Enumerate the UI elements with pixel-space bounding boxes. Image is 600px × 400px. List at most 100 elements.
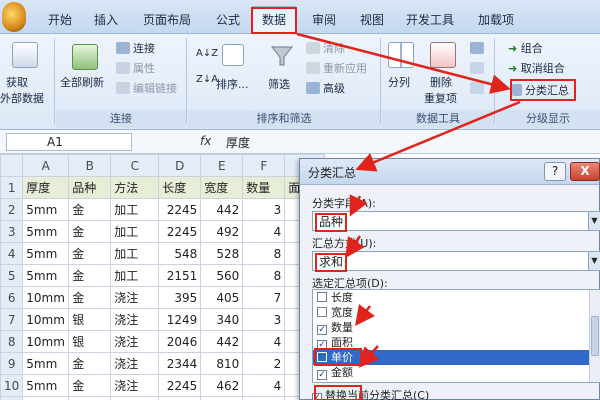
select-all-corner[interactable]	[0, 154, 24, 177]
cell[interactable]: 厚度	[22, 176, 70, 199]
cell[interactable]: 2245	[158, 198, 202, 221]
tab-page-layout[interactable]: 页面布局	[136, 8, 198, 32]
column-header[interactable]: A	[22, 154, 70, 177]
cell[interactable]	[200, 396, 244, 400]
row-header[interactable]: 8	[0, 330, 24, 353]
cell[interactable]: 浇注	[110, 374, 160, 397]
advanced-button[interactable]: 高级	[306, 80, 345, 96]
help-button[interactable]: ?	[544, 162, 566, 181]
tab-addins[interactable]: 加载项	[470, 8, 522, 32]
cell[interactable]: 405	[200, 286, 244, 309]
checkbox-checked[interactable]: ✓	[317, 325, 327, 335]
cell[interactable]: 528	[200, 242, 244, 265]
list-item[interactable]: 宽度	[313, 305, 590, 320]
cell[interactable]: 8	[242, 242, 286, 265]
list-scrollbar[interactable]	[589, 290, 600, 382]
cell[interactable]: 浇注	[110, 286, 160, 309]
column-header[interactable]: B	[68, 154, 112, 177]
row-header[interactable]: 7	[0, 308, 24, 331]
checkbox[interactable]	[317, 292, 327, 302]
clear-button[interactable]: 清除	[306, 40, 345, 56]
cell[interactable]: 加工	[110, 242, 160, 265]
cell[interactable]: 10mm	[22, 286, 70, 309]
cell[interactable]	[110, 396, 160, 400]
dialog-titlebar[interactable]: 分类汇总 ? X	[300, 159, 600, 185]
fx-icon[interactable]: fx	[200, 134, 211, 148]
cell[interactable]: 银	[68, 330, 112, 353]
column-header[interactable]: D	[158, 154, 202, 177]
cell[interactable]: 金	[68, 198, 112, 221]
list-item[interactable]: ✓ 数量	[313, 320, 590, 335]
cell[interactable]: 2245	[158, 220, 202, 243]
sort-button[interactable]: 排序...	[216, 76, 249, 92]
cell[interactable]: 462	[200, 374, 244, 397]
chevron-down-icon[interactable]: ▼	[588, 252, 600, 270]
group-field-select[interactable]: 品种 ▼	[312, 211, 600, 232]
consolidate-icon[interactable]	[470, 62, 487, 75]
properties-button[interactable]: 属性	[116, 60, 155, 76]
list-item[interactable]: 长度	[313, 290, 590, 305]
get-external-label-2[interactable]: 外部数据	[0, 90, 44, 106]
list-item[interactable]: ✓ 金额	[313, 365, 590, 380]
subtotal-items-list[interactable]: 长度 宽度 ✓ 数量 ✓ 面积 单价 ✓ 金额	[312, 289, 600, 383]
row-header[interactable]: 1	[0, 176, 24, 199]
name-box[interactable]: A1	[6, 133, 132, 151]
column-header[interactable]: F	[242, 154, 286, 177]
cell[interactable]: 金	[68, 374, 112, 397]
cell[interactable]: 10mm	[22, 330, 70, 353]
cell[interactable]: 8	[242, 264, 286, 287]
cell[interactable]	[68, 396, 112, 400]
row-header[interactable]: 9	[0, 352, 24, 375]
row-header[interactable]: 3	[0, 220, 24, 243]
cell[interactable]: 560	[200, 264, 244, 287]
cell[interactable]: 492	[200, 220, 244, 243]
cell[interactable]: 4	[242, 330, 286, 353]
chevron-down-icon[interactable]: ▼	[588, 212, 600, 230]
cell[interactable]: 2151	[158, 264, 202, 287]
checkbox-checked[interactable]: ✓	[317, 370, 327, 380]
close-button[interactable]: X	[570, 162, 600, 181]
row-header[interactable]: 11	[0, 396, 24, 400]
cell[interactable]: 1249	[158, 308, 202, 331]
row-header[interactable]: 10	[0, 374, 24, 397]
cell[interactable]: 5mm	[22, 242, 70, 265]
sort-az-button[interactable]: A↓Z	[196, 48, 218, 59]
cell[interactable]: 7	[242, 286, 286, 309]
cell[interactable]: 浇注	[110, 330, 160, 353]
row-header[interactable]: 5	[0, 264, 24, 287]
cell[interactable]: 数量	[242, 176, 286, 199]
tab-insert[interactable]: 插入	[86, 8, 126, 32]
reapply-button[interactable]: 重新应用	[306, 60, 367, 76]
cell[interactable]: 金	[68, 242, 112, 265]
cell[interactable]: 金	[68, 220, 112, 243]
cell[interactable]: 5mm	[22, 264, 70, 287]
cell[interactable]: 10mm	[22, 308, 70, 331]
cell[interactable]: 5mm	[22, 220, 70, 243]
group-button[interactable]: ➜ 组合	[508, 40, 543, 56]
cell[interactable]: 方法	[110, 176, 160, 199]
cell[interactable]: 银	[68, 308, 112, 331]
ungroup-button[interactable]: ➜ 取消组合	[508, 60, 565, 76]
cell[interactable]: 金	[68, 264, 112, 287]
cell[interactable]	[22, 396, 70, 400]
refresh-all-button[interactable]: 全部刷新	[60, 74, 104, 90]
sort-za-button[interactable]: Z↓A	[196, 74, 218, 85]
cell[interactable]: 2245	[158, 374, 202, 397]
remove-duplicates-label-2[interactable]: 重复项	[424, 90, 457, 106]
cell[interactable]: 2344	[158, 352, 202, 375]
cell[interactable]: 4	[242, 374, 286, 397]
cell[interactable]: 加工	[110, 264, 160, 287]
what-if-icon[interactable]	[470, 82, 487, 95]
cell[interactable]: 长度	[158, 176, 202, 199]
cell[interactable]: 加工	[110, 198, 160, 221]
get-external-label-1[interactable]: 获取	[6, 74, 28, 90]
tab-home[interactable]: 开始	[40, 8, 80, 32]
cell[interactable]: 2046	[158, 330, 202, 353]
tab-view[interactable]: 视图	[352, 8, 392, 32]
connections-button[interactable]: 连接	[116, 40, 155, 56]
cell[interactable]: 5mm	[22, 374, 70, 397]
scrollbar-thumb[interactable]	[591, 316, 599, 356]
cell[interactable]: 3	[242, 308, 286, 331]
cell[interactable]: 4	[242, 220, 286, 243]
filter-button[interactable]: 筛选	[268, 76, 290, 92]
